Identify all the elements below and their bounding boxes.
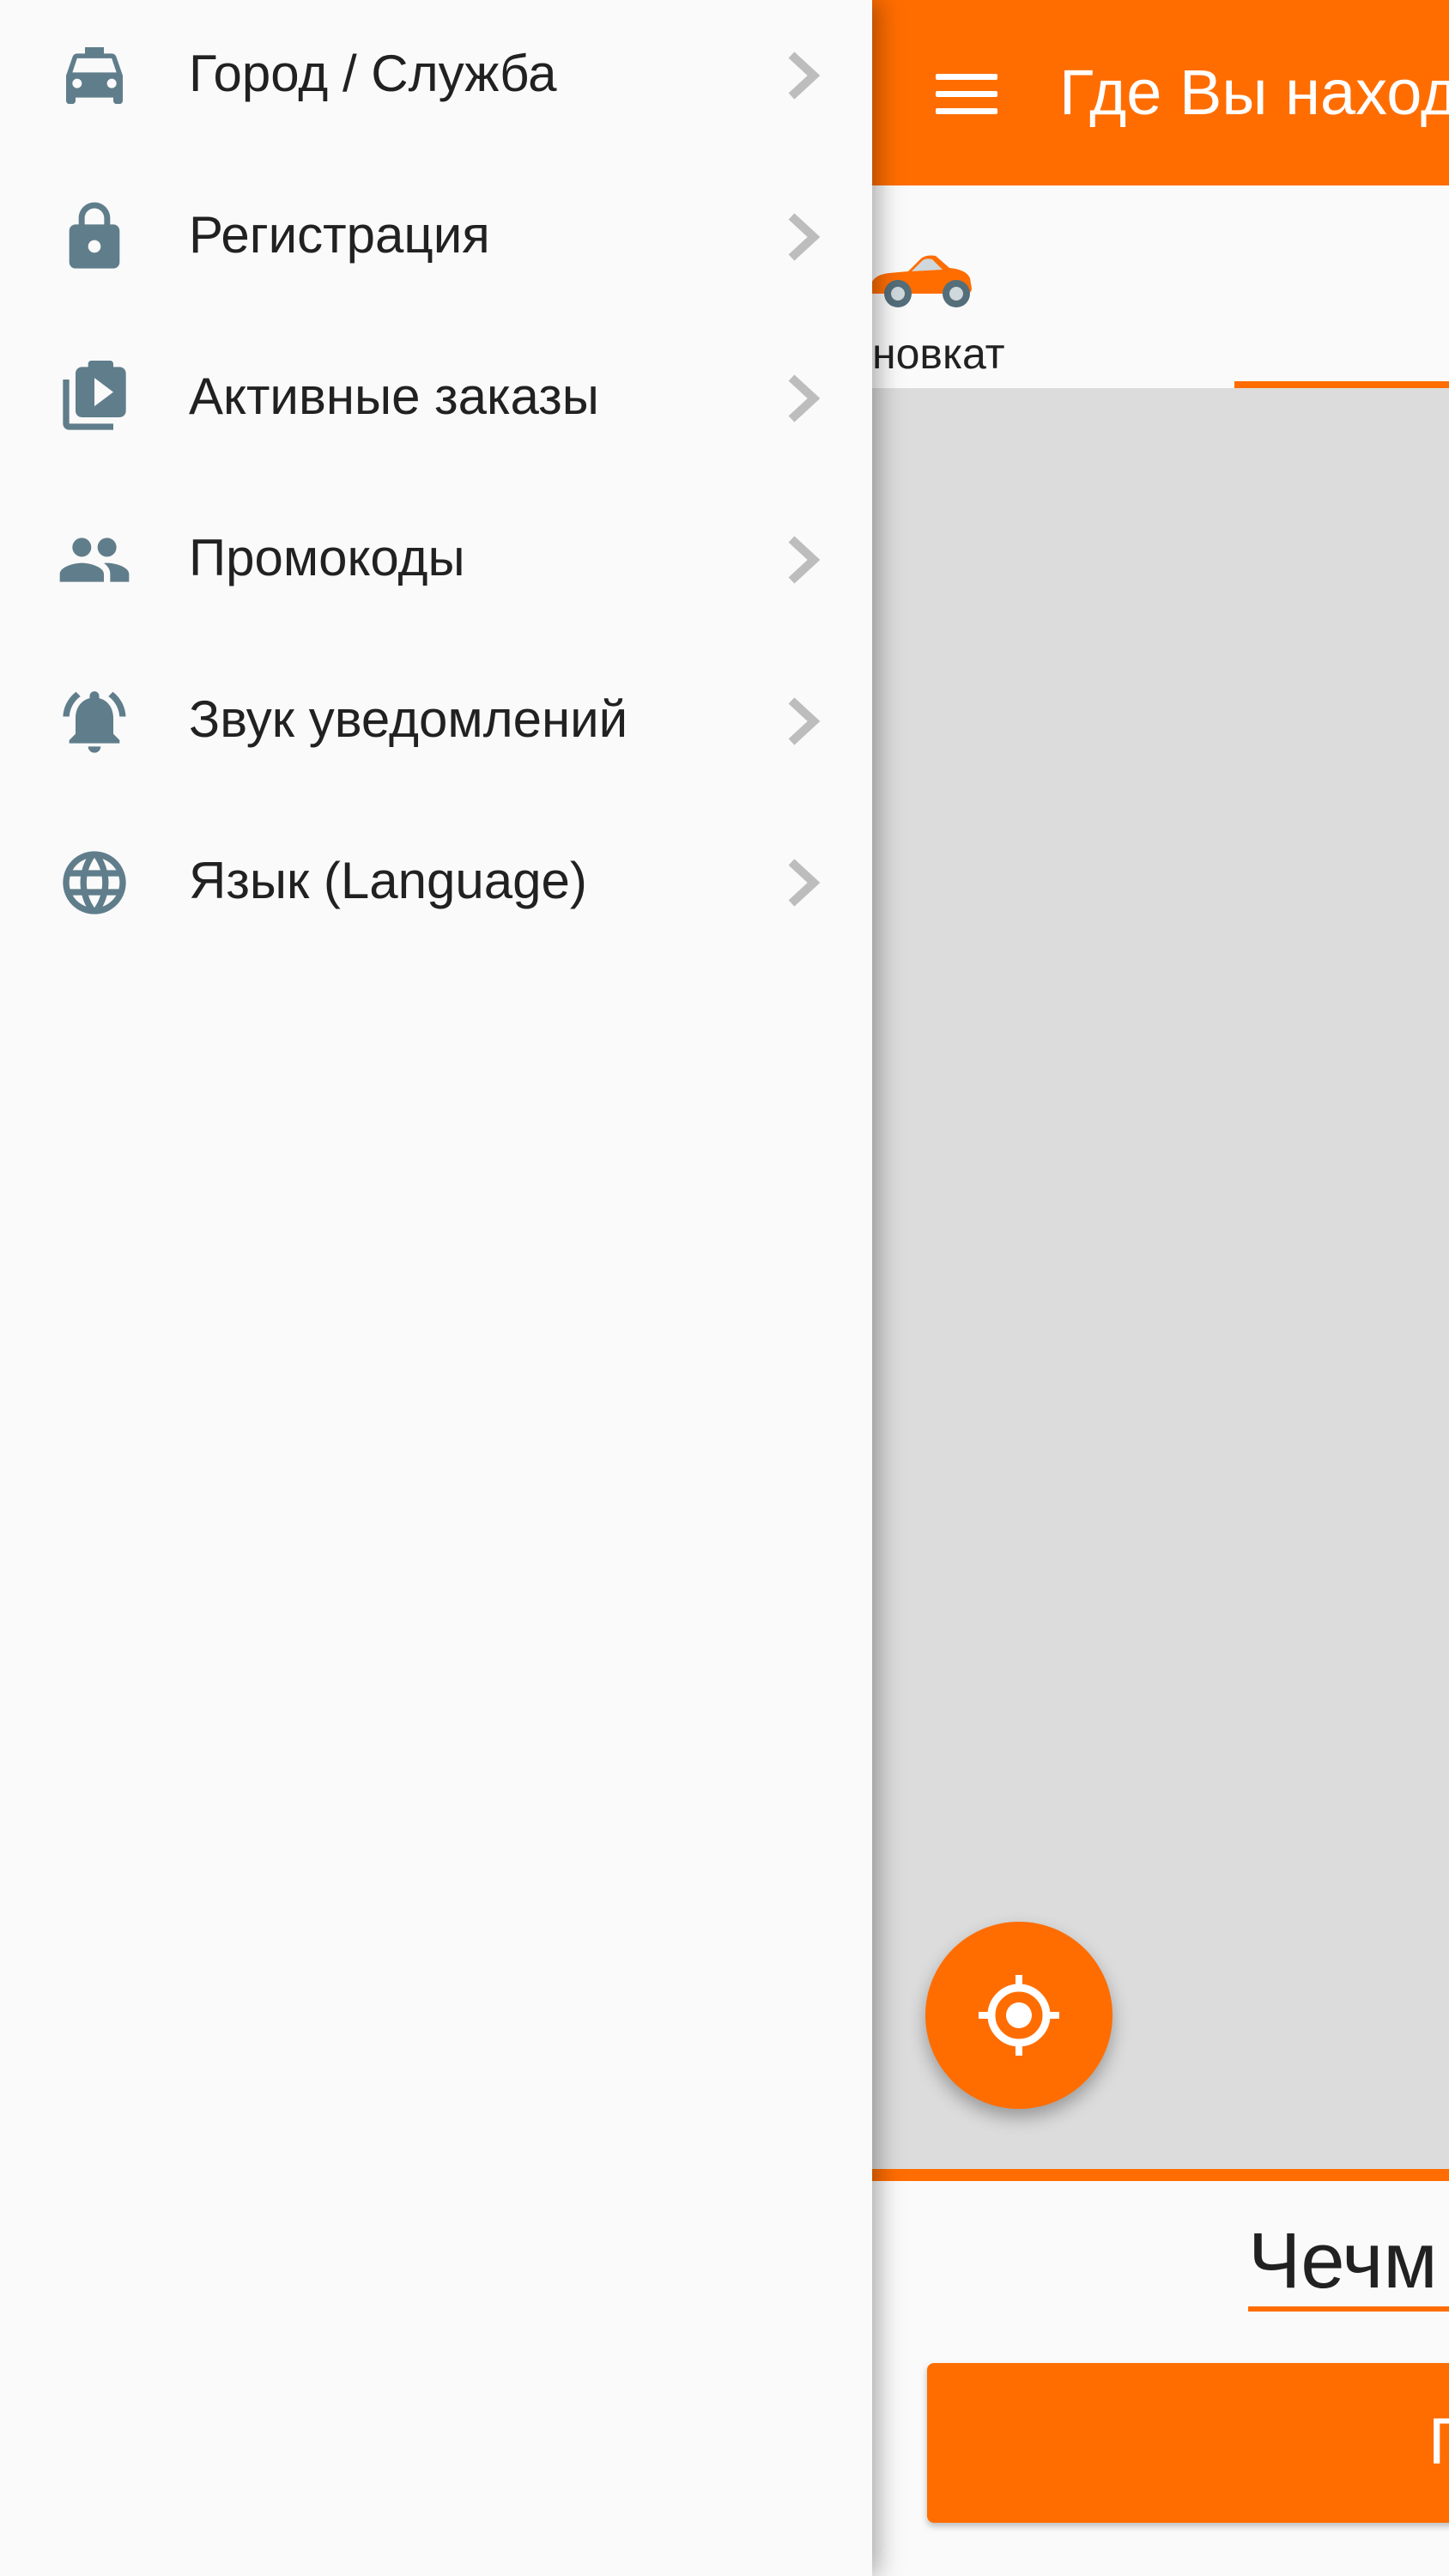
video-collection-icon	[52, 361, 137, 436]
chevron-right-icon	[785, 211, 822, 263]
drawer-item-city-service[interactable]: Город / Служба	[0, 0, 872, 156]
map-view[interactable]	[872, 388, 1449, 2169]
people-icon	[52, 522, 137, 598]
address-underline	[1248, 2306, 1449, 2312]
app-bar-title: Где Вы наход	[1059, 57, 1449, 128]
menu-icon[interactable]	[936, 65, 997, 117]
drawer-item-label: Регистрация	[189, 206, 490, 264]
drawer-item-label: Город / Служба	[189, 45, 557, 102]
drawer-item-promocodes[interactable]: Промокоды	[0, 479, 872, 641]
chevron-right-icon	[785, 50, 822, 101]
drawer-item-registration[interactable]: Регистрация	[0, 156, 872, 318]
drawer-item-label: Язык (Language)	[189, 852, 587, 909]
lock-icon	[52, 199, 137, 275]
gps-fixed-icon	[979, 1975, 1059, 2056]
drawer-item-label: Звук уведомлений	[189, 690, 628, 748]
drawer-item-notification-sound[interactable]: Звук уведомлений	[0, 641, 872, 802]
globe-icon	[52, 845, 137, 920]
bottom-panel-divider	[872, 2169, 1449, 2181]
order-button-label: П	[1428, 2404, 1449, 2479]
chevron-right-icon	[785, 373, 822, 424]
drawer-item-active-orders[interactable]: Активные заказы	[0, 318, 872, 479]
chevron-right-icon	[785, 534, 822, 586]
drawer-item-label: Промокоды	[189, 529, 465, 586]
drawer-item-label: Активные заказы	[189, 368, 599, 425]
address-field[interactable]: Чечм	[1248, 2214, 1438, 2308]
car-icon[interactable]	[864, 234, 975, 319]
drawer-item-language[interactable]: Язык (Language)	[0, 802, 872, 963]
tab-indicator	[1234, 381, 1449, 388]
taxi-icon	[52, 38, 137, 113]
navigation-drawer: Город / Служба Регистрация Активные зака…	[0, 0, 872, 2576]
tab-label-rental[interactable]: новкат	[872, 328, 1005, 380]
bell-ringing-icon	[52, 683, 137, 759]
order-button[interactable]: П	[927, 2363, 1449, 2523]
my-location-button[interactable]	[925, 1922, 1113, 2109]
chevron-right-icon	[785, 696, 822, 747]
chevron-right-icon	[785, 857, 822, 908]
